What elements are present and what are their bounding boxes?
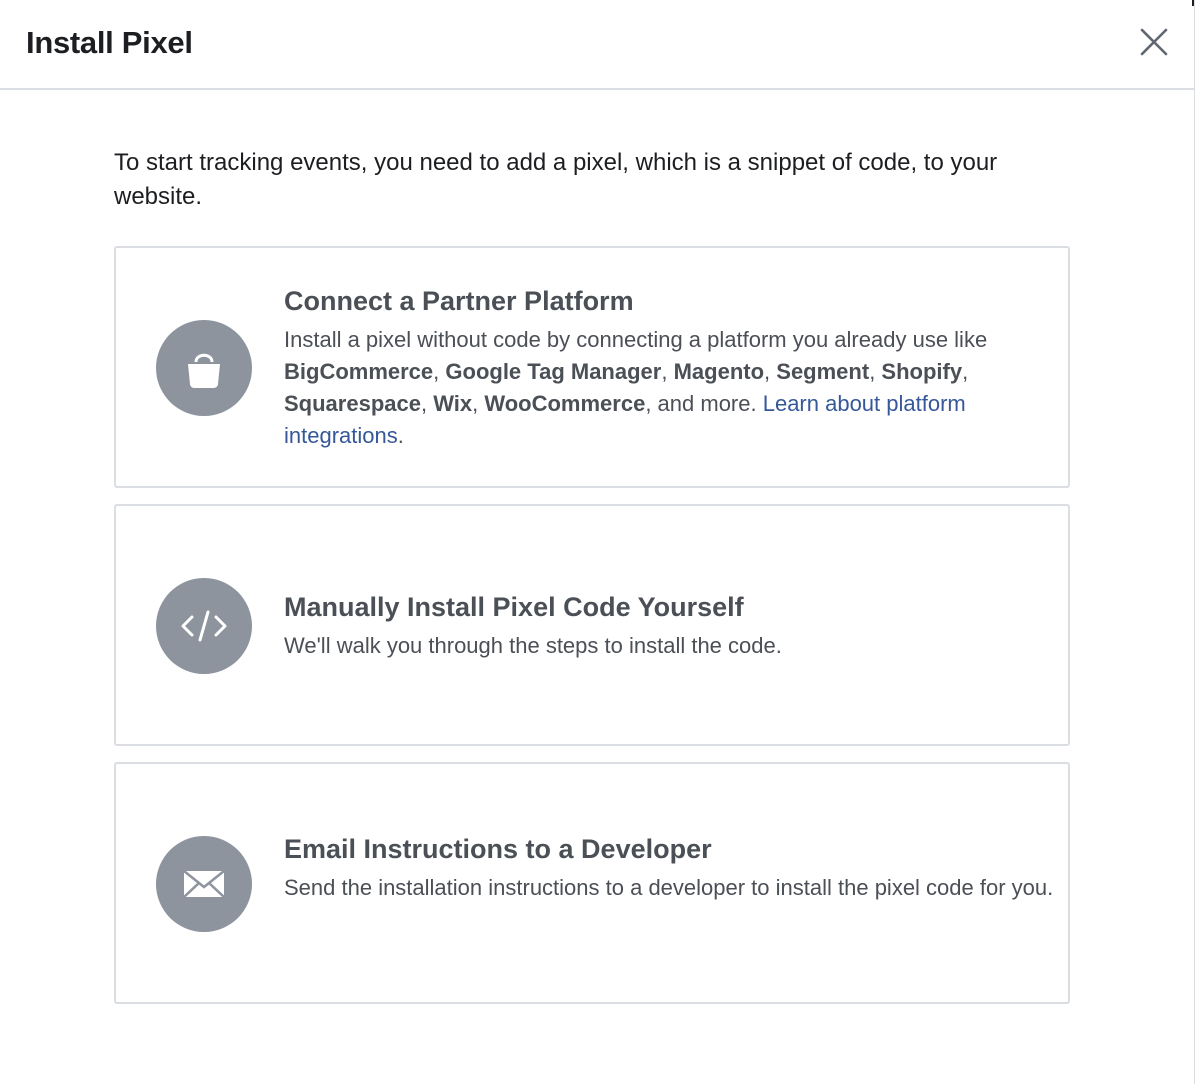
- option-connect-body: Connect a Partner Platform Install a pix…: [284, 284, 1054, 452]
- option-email-developer[interactable]: Email Instructions to a Developer Send t…: [114, 762, 1070, 1004]
- separator: ,: [962, 359, 969, 384]
- option-email-body: Email Instructions to a Developer Send t…: [284, 832, 1054, 904]
- install-pixel-dialog: Install Pixel To start tracking events, …: [0, 0, 1195, 1084]
- intro-text: To start tracking events, you need to ad…: [114, 149, 998, 210]
- option-description: Send the installation instructions to a …: [284, 875, 1054, 900]
- shopping-bag-icon: [156, 320, 252, 416]
- platform-wix: Wix: [433, 391, 473, 416]
- envelope-icon: [156, 836, 252, 932]
- option-description: Install a pixel without code by connecti…: [284, 324, 1054, 452]
- option-title: Manually Install Pixel Code Yourself: [284, 592, 744, 622]
- code-icon: [156, 578, 252, 674]
- platform-magento: Magento: [673, 359, 765, 384]
- option-connect-partner-platform[interactable]: Connect a Partner Platform Install a pix…: [114, 246, 1070, 488]
- option-description: We'll walk you through the steps to inst…: [284, 633, 782, 658]
- platform-segment: Segment: [776, 359, 870, 384]
- option-manual-install[interactable]: Manually Install Pixel Code Yourself We'…: [114, 504, 1070, 746]
- close-button[interactable]: [1134, 22, 1174, 62]
- platform-woocommerce: WooCommerce: [484, 391, 646, 416]
- platform-google-tag-manager: Google Tag Manager: [445, 359, 662, 384]
- dialog-title: Install Pixel: [26, 25, 193, 60]
- separator: ,: [764, 359, 777, 384]
- separator: ,: [472, 391, 485, 416]
- separator: ,: [661, 359, 674, 384]
- separator: ,: [869, 359, 882, 384]
- dialog-header: Install Pixel: [0, 0, 1194, 90]
- option-title: Connect a Partner Platform: [284, 286, 634, 316]
- desc-suffix: , and more.: [645, 391, 763, 416]
- close-icon: [1140, 28, 1168, 56]
- option-title: Email Instructions to a Developer: [284, 834, 712, 864]
- separator: ,: [420, 391, 434, 416]
- option-manual-body: Manually Install Pixel Code Yourself We'…: [284, 590, 1054, 662]
- platform-squarespace: Squarespace: [284, 391, 421, 416]
- platform-bigcommerce: BigCommerce: [284, 359, 434, 384]
- platform-shopify: Shopify: [881, 359, 963, 384]
- link-end: .: [397, 423, 404, 448]
- separator: ,: [433, 359, 446, 384]
- desc-prefix: Install a pixel without code by connecti…: [284, 327, 988, 352]
